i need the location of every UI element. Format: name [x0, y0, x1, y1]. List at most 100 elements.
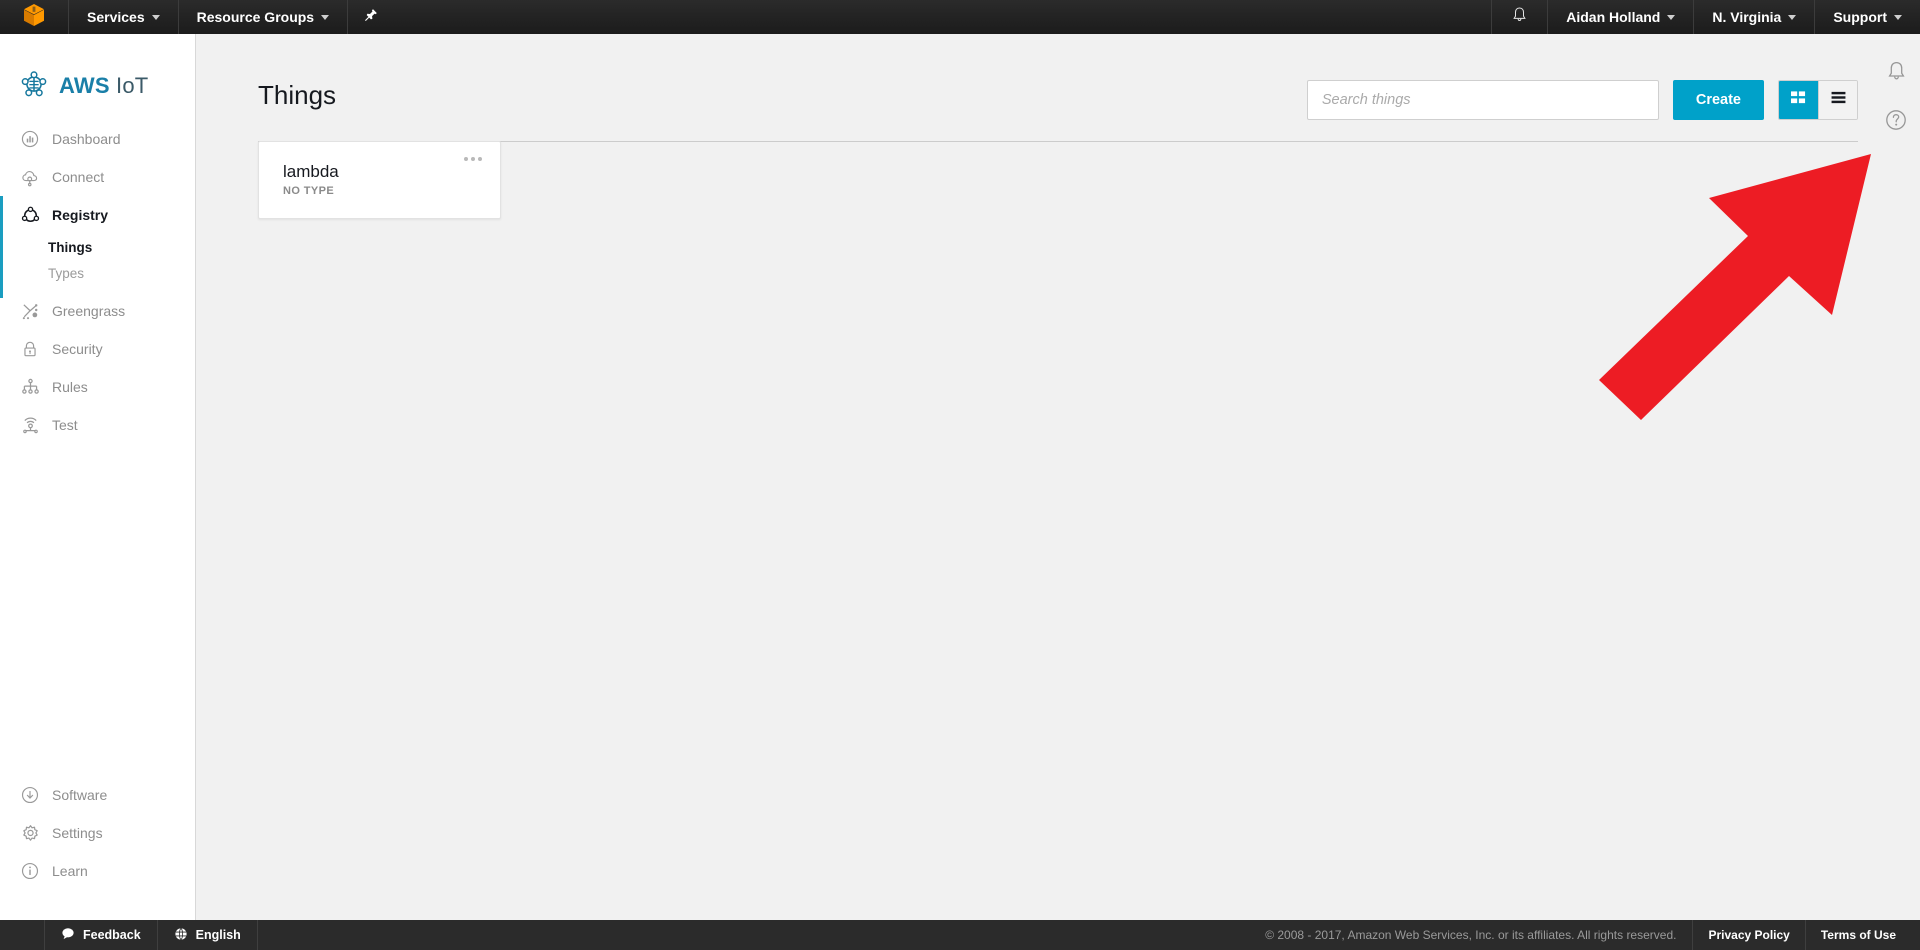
- sidebar-item-learn[interactable]: Learn: [0, 852, 195, 890]
- topnav-spacer: [394, 0, 1491, 34]
- sidebar-item-security[interactable]: Security: [0, 330, 195, 368]
- nav-support-label: Support: [1833, 9, 1887, 25]
- grid-view-icon: [1790, 90, 1807, 110]
- sidebar-item-dashboard[interactable]: Dashboard: [0, 120, 195, 158]
- sidebar-item-settings[interactable]: Settings: [0, 814, 195, 852]
- brand-aws-label: AWS: [59, 73, 110, 98]
- thing-card-menu-button[interactable]: [460, 153, 486, 165]
- rules-tree-icon: [20, 377, 40, 397]
- chevron-down-icon: [321, 14, 330, 20]
- sidebar-item-label: Connect: [52, 169, 105, 185]
- ellipsis-icon-dot: [471, 157, 475, 161]
- sidebar-brand-text: AWS IoT: [59, 73, 148, 99]
- lock-icon: [20, 339, 40, 359]
- view-toggle-group: [1778, 80, 1858, 120]
- create-button[interactable]: Create: [1672, 80, 1764, 120]
- rail-notifications-button[interactable]: [1886, 60, 1907, 87]
- sidebar-item-label: Security: [52, 341, 103, 357]
- footer-privacy-policy-link[interactable]: Privacy Policy: [1693, 920, 1806, 950]
- footer-copyright: © 2008 - 2017, Amazon Web Services, Inc.…: [1249, 920, 1694, 950]
- top-navigation-bar: Services Resource Groups Aidan Holland N…: [0, 0, 1920, 34]
- sidebar-item-label: Learn: [52, 863, 88, 879]
- help-circle-icon: [1885, 110, 1907, 135]
- bell-icon: [1886, 61, 1907, 86]
- sidebar-nav-list: Dashboard Connect Registry Things Types …: [0, 120, 195, 444]
- sidebar-item-label: Settings: [52, 825, 103, 841]
- info-circle-icon: [20, 861, 40, 881]
- list-view-toggle[interactable]: [1818, 81, 1857, 119]
- sidebar-item-label: Rules: [52, 379, 88, 395]
- page-header: Things Create: [196, 34, 1920, 142]
- footer-language-label: English: [195, 928, 241, 942]
- ellipsis-icon-dot: [478, 157, 482, 161]
- sidebar-item-registry[interactable]: Registry: [0, 196, 195, 234]
- nav-user-menu[interactable]: Aidan Holland: [1547, 0, 1693, 34]
- right-rail: [1872, 34, 1920, 942]
- sidebar-item-label: Registry: [52, 207, 109, 223]
- chevron-down-icon: [1667, 14, 1676, 20]
- chevron-down-icon: [151, 14, 160, 20]
- header-controls: Create: [1306, 80, 1858, 120]
- sidebar-subitem-types[interactable]: Types: [0, 260, 195, 286]
- aws-logo-link[interactable]: [0, 0, 68, 34]
- sidebar-item-test[interactable]: Test: [0, 406, 195, 444]
- sidebar-item-label: Greengrass: [52, 303, 126, 319]
- gear-icon: [20, 823, 40, 843]
- nav-user-label: Aidan Holland: [1566, 9, 1661, 25]
- globe-icon: [174, 927, 188, 944]
- sidebar-subitem-label: Things: [48, 239, 93, 255]
- bell-icon: [1512, 6, 1527, 28]
- footer-right-group: © 2008 - 2017, Amazon Web Services, Inc.…: [1249, 920, 1920, 950]
- test-signal-icon: [20, 415, 40, 435]
- brand-iot-label: IoT: [109, 73, 149, 98]
- main-content: Things Create: [196, 34, 1920, 942]
- topnav-right-group: Aidan Holland N. Virginia Support: [1491, 0, 1920, 34]
- sidebar-item-rules[interactable]: Rules: [0, 368, 195, 406]
- sidebar-brand[interactable]: AWS IoT: [0, 34, 195, 110]
- thing-card[interactable]: lambda NO TYPE: [258, 141, 501, 219]
- nav-resource-groups-label: Resource Groups: [196, 9, 315, 25]
- nav-region-label: N. Virginia: [1712, 9, 1782, 25]
- nav-services-menu[interactable]: Services: [68, 0, 178, 34]
- nav-resource-groups-menu[interactable]: Resource Groups: [177, 0, 347, 34]
- nav-region-menu[interactable]: N. Virginia: [1693, 0, 1814, 34]
- download-circle-icon: [20, 785, 40, 805]
- topnav-notifications-button[interactable]: [1491, 0, 1547, 34]
- footer-terms-of-use-link[interactable]: Terms of Use: [1806, 920, 1920, 950]
- things-card-grid: lambda NO TYPE: [196, 111, 1920, 219]
- thing-type: NO TYPE: [283, 184, 335, 197]
- sidebar-item-software[interactable]: Software: [0, 776, 195, 814]
- list-view-icon: [1830, 90, 1847, 110]
- dashboard-chart-icon: [20, 129, 40, 149]
- sidebar-item-greengrass[interactable]: Greengrass: [0, 292, 195, 330]
- aws-cube-logo-icon: [23, 3, 45, 32]
- speech-bubble-icon: [61, 927, 75, 943]
- ellipsis-icon-dot: [464, 157, 468, 161]
- footer-spacer: [258, 920, 1249, 950]
- footer-feedback-label: Feedback: [83, 928, 141, 942]
- nav-services-label: Services: [87, 9, 145, 25]
- sidebar-subitem-label: Types: [48, 265, 85, 281]
- chevron-down-icon: [1894, 14, 1902, 20]
- registry-node-icon: [20, 205, 40, 225]
- aws-iot-node-logo-icon: [20, 70, 48, 103]
- sidebar-item-connect[interactable]: Connect: [0, 158, 195, 196]
- sidebar-item-label: Dashboard: [52, 131, 121, 147]
- footer-language-button[interactable]: English: [158, 920, 258, 950]
- footer-feedback-button[interactable]: Feedback: [44, 920, 158, 950]
- nav-support-menu[interactable]: Support: [1814, 0, 1920, 34]
- sidebar: AWS IoT Dashboard Connect Registry Thing…: [0, 34, 196, 942]
- footer-left-group: Feedback English: [0, 920, 258, 950]
- search-input[interactable]: [1306, 80, 1659, 120]
- rail-help-button[interactable]: [1885, 109, 1907, 136]
- sidebar-bottom-list: Software Settings Learn: [0, 776, 195, 890]
- cloud-connect-icon: [20, 167, 40, 187]
- card-view-toggle[interactable]: [1779, 81, 1818, 119]
- footer: Feedback English © 2008 - 2017, Amazon W…: [0, 920, 1920, 950]
- sidebar-item-label: Test: [52, 417, 78, 433]
- pin-shortcut-button[interactable]: [347, 0, 394, 34]
- sidebar-item-label: Software: [52, 787, 108, 803]
- pushpin-icon: [364, 8, 378, 27]
- sidebar-subitem-things[interactable]: Things: [0, 234, 195, 260]
- greengrass-icon: [20, 301, 40, 321]
